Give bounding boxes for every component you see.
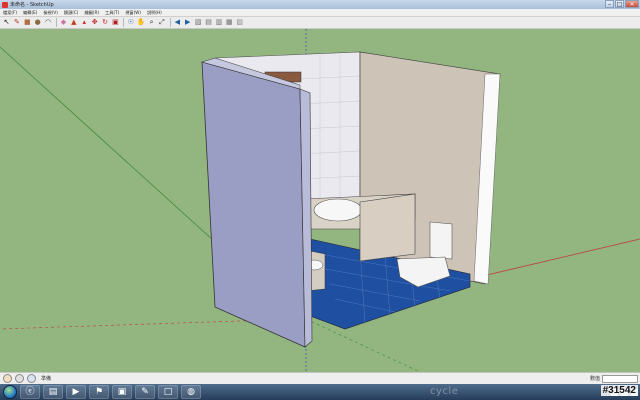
measurements-label: 數值: [589, 376, 600, 382]
image-id-label: #31542: [600, 385, 638, 396]
media-player-icon[interactable]: ▶: [66, 385, 86, 399]
orbit-icon[interactable]: ☉: [126, 18, 135, 27]
toilet-tank[interactable]: [429, 221, 453, 260]
measurements-input[interactable]: [602, 374, 638, 383]
model-viewport[interactable]: [0, 29, 640, 372]
sketchup-window: 未命名 - SketchUp – □ × 檔案(F) 編輯(E) 檢視(V) 鏡頭(C…: [0, 0, 640, 384]
toolbar-separator: [123, 18, 125, 27]
menu-item-0[interactable]: 檔案(F): [0, 10, 20, 16]
zoom-icon[interactable]: ⌕: [147, 18, 156, 27]
start-button[interactable]: [3, 385, 17, 399]
geo-location-icon[interactable]: [15, 374, 24, 383]
arc-icon[interactable]: ◠: [44, 18, 53, 27]
menu-item-7[interactable]: 說明(H): [144, 10, 165, 16]
menu-bar: 檔案(F) 編輯(E) 檢視(V) 鏡頭(C) 繪圖(R) 工具(T) 視窗(W) 說明(H): [0, 9, 640, 17]
pencil-line-icon[interactable]: ✎: [12, 18, 21, 27]
paint-bucket-icon[interactable]: ▲: [69, 18, 78, 27]
windows-taskbar: ⓔ ▤ ▶ ⚑ ▣ ✎ □ ◍: [0, 384, 640, 400]
status-bar: 準備 數值: [0, 372, 640, 384]
ie-browser-icon[interactable]: ⓔ: [20, 385, 40, 399]
menu-item-3[interactable]: 鏡頭(C): [61, 10, 82, 16]
main-toolbar: ↖ ✎ ■ ● ◠ ◆ ▲ ▴ ✥ ↻ ▣ ☉ ✋ ⌕ ⤢ ◀ ▶ ▧ ▤ ▥ ▦ ▨: [0, 17, 640, 29]
toolbar-separator: [169, 18, 171, 27]
bathtub-basin[interactable]: [313, 198, 363, 222]
offset-icon[interactable]: ▣: [111, 18, 120, 27]
iso-view-icon[interactable]: ▧: [194, 18, 203, 27]
push-pull-icon[interactable]: ▴: [80, 18, 89, 27]
zoom-extents-icon[interactable]: ⤢: [157, 18, 166, 27]
previous-view-icon[interactable]: ◀: [173, 18, 182, 27]
watermark: cycle: [430, 386, 459, 397]
close-button[interactable]: ×: [625, 0, 639, 8]
menu-item-5[interactable]: 工具(T): [102, 10, 122, 16]
maximize-button[interactable]: □: [615, 0, 624, 8]
green-axis-negative: [305, 318, 421, 372]
sketchup-app-icon: [2, 1, 8, 8]
network-globe-icon[interactable]: ◍: [181, 385, 201, 399]
title-bar[interactable]: 未命名 - SketchUp – □ ×: [0, 0, 640, 9]
menu-item-1[interactable]: 編輯(E): [20, 10, 40, 16]
help-circle-icon[interactable]: [3, 374, 12, 383]
partition-wall[interactable]: [359, 193, 416, 262]
move-icon[interactable]: ✥: [90, 18, 99, 27]
app-green-icon[interactable]: ⚑: [89, 385, 109, 399]
document-icon[interactable]: □: [158, 385, 178, 399]
left-wall[interactable]: [201, 61, 306, 348]
status-hint-text: 準備: [41, 376, 52, 382]
file-explorer-icon[interactable]: ▤: [43, 385, 63, 399]
bathroom-model-drawing[interactable]: [0, 29, 640, 372]
toolbar-separator: [55, 18, 57, 27]
xray-icon[interactable]: ▨: [235, 18, 244, 27]
eraser-icon[interactable]: ◆: [59, 18, 68, 27]
select-arrow-icon[interactable]: ↖: [2, 18, 11, 27]
top-view-icon[interactable]: ▤: [204, 18, 213, 27]
menu-item-6[interactable]: 視窗(W): [122, 10, 144, 16]
next-view-icon[interactable]: ▶: [183, 18, 192, 27]
menu-item-4[interactable]: 繪圖(R): [81, 10, 102, 16]
circle-icon[interactable]: ●: [33, 18, 42, 27]
window-controls: – □ ×: [604, 0, 639, 9]
rectangle-icon[interactable]: ■: [23, 18, 32, 27]
credits-icon[interactable]: [27, 374, 36, 383]
rotate-icon[interactable]: ↻: [101, 18, 110, 27]
minimize-button[interactable]: –: [605, 0, 614, 8]
front-view-icon[interactable]: ▥: [214, 18, 223, 27]
window-title: 未命名 - SketchUp: [10, 2, 54, 8]
pan-hand-icon[interactable]: ✋: [137, 18, 146, 27]
menu-item-2[interactable]: 檢視(V): [40, 10, 61, 16]
folder-icon[interactable]: ▣: [112, 385, 132, 399]
right-view-icon[interactable]: ▦: [225, 18, 234, 27]
taskbar-apps: ⓔ ▤ ▶ ⚑ ▣ ✎ □ ◍: [17, 385, 201, 399]
sketchup-icon[interactable]: ✎: [135, 385, 155, 399]
